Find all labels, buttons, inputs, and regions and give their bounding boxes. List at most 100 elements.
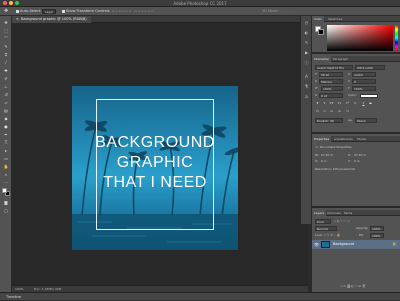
adjustments-panel-icon[interactable]: ◐ [303, 30, 310, 35]
glyphs-panel-icon[interactable]: a [303, 94, 310, 99]
kerning-field[interactable]: Metrics [319, 79, 343, 84]
layers-panel-tabs: Layers Channels Paths [312, 210, 400, 216]
eraser-tool-button[interactable]: ▱ [3, 100, 9, 105]
foreground-color-swatch[interactable] [2, 188, 7, 193]
zoom-tool-button[interactable]: ⌕ [3, 172, 9, 177]
blend-mode-select[interactable]: Normal [315, 226, 337, 231]
color-picker-field[interactable] [327, 25, 393, 51]
vertical-scale-field[interactable]: 100% [321, 86, 343, 91]
blur-tool-button[interactable]: ◆ [3, 116, 9, 121]
visibility-eye-icon[interactable]: 👁 [314, 240, 319, 249]
hand-tool-button[interactable]: ✋ [3, 164, 9, 169]
type-tool-button[interactable]: T [3, 140, 9, 145]
swash-button[interactable]: st [329, 109, 334, 114]
gradient-tool-button[interactable]: ▤ [3, 108, 9, 113]
y-value[interactable]: 0 in [354, 159, 360, 163]
lock-icons[interactable]: ▫ ✎ ✥ ⌗ 🔒 [324, 233, 340, 237]
pen-tool-button[interactable]: ✒ [3, 132, 9, 137]
underline-button[interactable]: T [361, 101, 366, 106]
y-label: Y: [348, 159, 351, 163]
language-select[interactable]: English: UK [315, 118, 343, 123]
superscript-button[interactable]: T¹ [345, 101, 350, 106]
height-value[interactable]: 27.87 in [354, 153, 366, 157]
auto-select-dropdown[interactable]: Layer [42, 7, 57, 16]
close-tab-icon[interactable]: × [16, 17, 19, 21]
strikethrough-button[interactable]: T [368, 101, 373, 106]
more-tools-icon[interactable]: ⋯ [3, 180, 9, 185]
tab-paths[interactable]: Paths [342, 210, 354, 216]
subscript-button[interactable]: T₁ [353, 101, 358, 106]
lasso-tool-button[interactable]: ⌒ [3, 36, 9, 41]
opacity-field[interactable]: 100% [370, 226, 384, 231]
hue-slider[interactable] [395, 25, 398, 51]
timeline-panel: Timeline [0, 292, 400, 300]
title-bar: Adobe Photoshop CC 2017 [0, 0, 400, 7]
fill-field[interactable]: 100% [370, 233, 384, 238]
healing-brush-tool-button[interactable]: ✚ [3, 68, 9, 73]
document-tab[interactable]: × Background graphic @ 100% (RGB/8) [12, 16, 91, 23]
tab-styles[interactable]: Styles [355, 136, 368, 142]
layer-actions-icons[interactable]: ∞ fx ◙ ◐ ▭ ⊞ 🗑 [340, 284, 366, 288]
x-value[interactable]: 0 in [321, 159, 327, 163]
tab-swatches[interactable]: Swatches [326, 16, 344, 22]
text-color-swatch[interactable] [360, 94, 378, 98]
horizontal-scale-icon: T [348, 86, 350, 90]
canvas-area[interactable]: BACKGROUND GRAPHIC THAT I NEED [12, 23, 308, 285]
small-caps-button[interactable]: Tт [337, 101, 342, 106]
path-select-tool-button[interactable]: ▸ [3, 148, 9, 153]
align-icons[interactable]: ▫▫▫▫▫▫ ▫▫▫▫▫▫ [112, 7, 155, 16]
bg-color-chip[interactable] [318, 29, 324, 35]
crop-tool-button[interactable]: ⌗ [3, 52, 9, 57]
oldstyle-button[interactable]: ơ [322, 109, 327, 114]
width-value[interactable]: 27.87 in [321, 153, 333, 157]
tab-channels[interactable]: Channels [325, 210, 343, 216]
artwork-image[interactable]: BACKGROUND GRAPHIC THAT I NEED [72, 86, 238, 250]
brush-panel-icon[interactable]: ✎ [303, 40, 310, 45]
move-tool-icon[interactable]: ✥ [4, 7, 8, 16]
layer-name[interactable]: Background [333, 240, 354, 249]
baseline-shift-icon: A [315, 93, 318, 97]
tab-layers[interactable]: Layers [312, 210, 326, 216]
font-family-select[interactable]: Avenir Next LT Pro [315, 65, 353, 70]
layer-row[interactable]: 👁 Background 🔒 [312, 240, 400, 249]
clone-stamp-tool-button[interactable]: ⊥ [3, 84, 9, 89]
quick-select-tool-button[interactable]: ✎ [3, 44, 9, 49]
move-tool-button[interactable]: ✥ [3, 20, 9, 25]
tab-character[interactable]: Character [312, 56, 331, 62]
baseline-shift-field[interactable]: 0 pt [319, 93, 343, 98]
tab-adjustments[interactable]: Adjustments [332, 136, 355, 142]
brush-tool-button[interactable]: ✐ [3, 76, 9, 81]
antialias-select[interactable]: Sharp [355, 118, 377, 123]
fractions-button[interactable]: ½ [345, 109, 350, 114]
font-style-select[interactable]: Ultra Light [355, 65, 385, 70]
tab-paragraph[interactable]: Paragraph [331, 56, 350, 62]
faux-italic-button[interactable]: T [322, 101, 327, 106]
layer-filter-select[interactable]: Kind [315, 219, 331, 224]
marquee-tool-button[interactable]: ⬚ [3, 28, 9, 33]
faux-bold-button[interactable]: T [315, 101, 320, 106]
info-panel-icon[interactable]: ⓘ [303, 60, 310, 65]
font-size-field[interactable]: 36 pt [319, 72, 343, 77]
3d-mode-icons[interactable]: 3D Mode: ◦ ◦ ◦ ◦ ◦ [262, 7, 295, 16]
ordinals-button[interactable]: A [337, 109, 342, 114]
ligatures-button[interactable]: fi [315, 109, 320, 114]
dodge-tool-button[interactable]: ● [3, 124, 9, 129]
quick-mask-icon[interactable]: ◙ [3, 200, 9, 205]
eyedropper-tool-button[interactable]: ⁄ [3, 60, 9, 65]
transform-controls-checkbox[interactable]: Show Transform Controls [62, 7, 110, 16]
horizontal-scale-field[interactable]: 100% [352, 86, 376, 91]
tracking-field[interactable]: 0 [352, 79, 376, 84]
all-caps-button[interactable]: TT [329, 101, 334, 106]
screen-mode-icon[interactable]: ▢ [3, 208, 9, 213]
rectangle-tool-button[interactable]: ▭ [3, 156, 9, 161]
character-panel-icon[interactable]: A [303, 74, 310, 79]
paragraph-panel-icon[interactable]: ¶ [303, 84, 310, 89]
tab-properties[interactable]: Properties [312, 136, 332, 142]
history-panel-icon[interactable]: ◷ [303, 20, 310, 25]
actions-panel-icon[interactable]: ▶ [303, 50, 310, 55]
history-brush-tool-button[interactable]: ↺ [3, 92, 9, 97]
layer-filter-icons[interactable]: ▫ ◐ T ▭ ◫ [334, 219, 350, 223]
leading-field[interactable]: (Auto) [352, 72, 376, 77]
auto-select-checkbox[interactable]: Auto-Select: [16, 7, 41, 16]
tab-color[interactable]: Color [312, 16, 324, 22]
